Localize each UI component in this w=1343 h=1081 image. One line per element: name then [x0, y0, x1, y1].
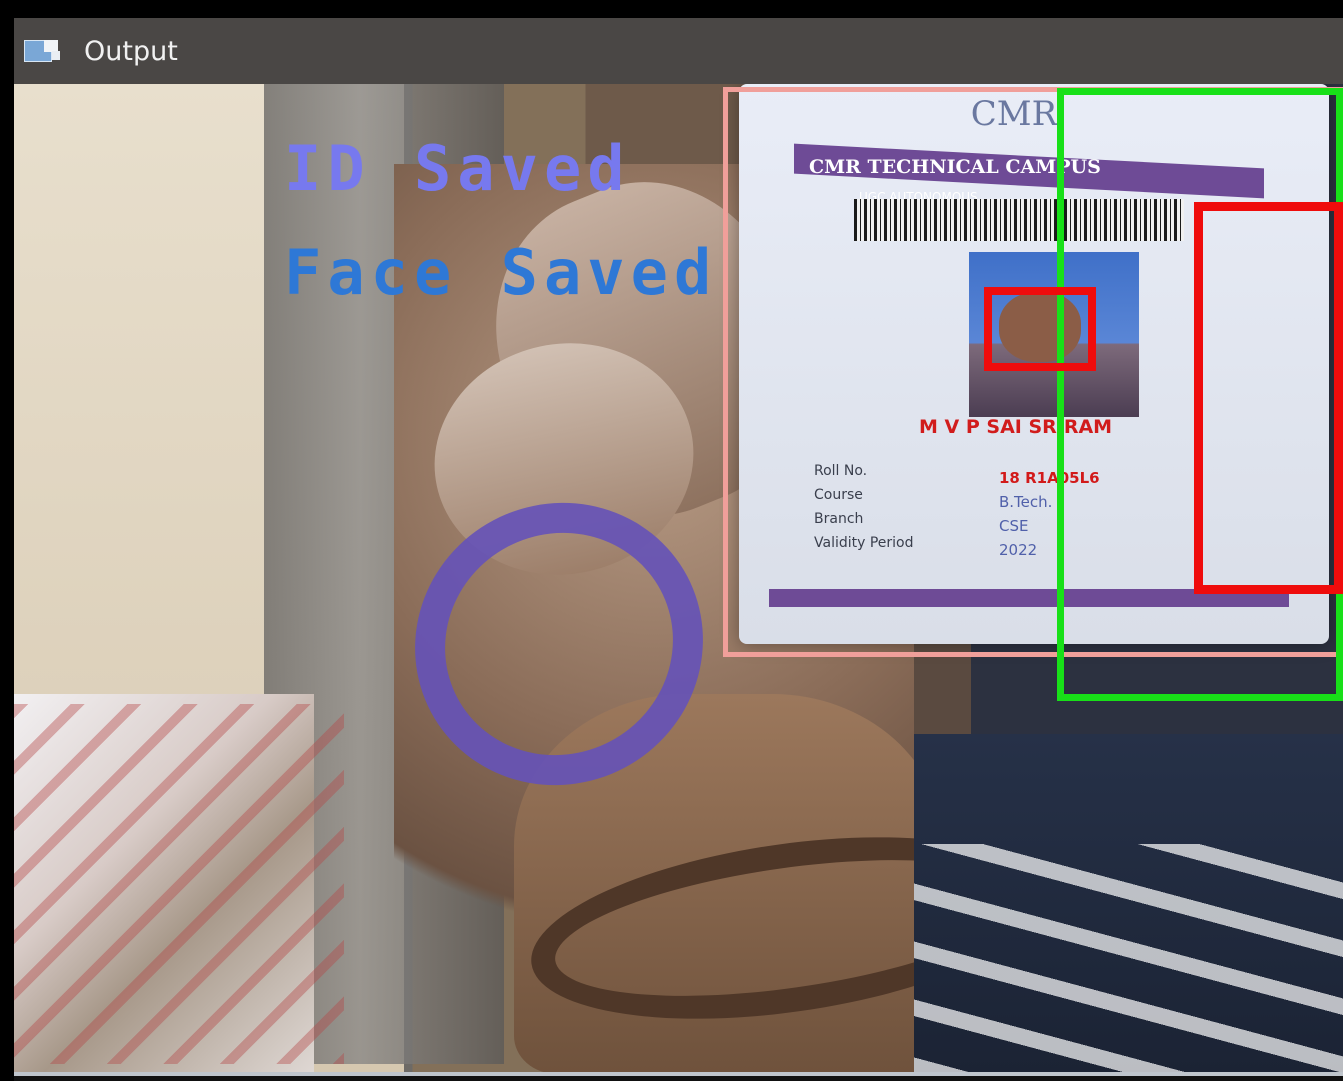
secondary-detection-box	[1194, 202, 1343, 594]
face-saved-label: Face Saved	[284, 236, 718, 309]
window-title: Output	[84, 35, 178, 67]
camera-frame: CMR CMR TECHNICAL CAMPUS UGC AUTONOMOUS …	[14, 84, 1343, 1074]
pillow-pattern	[14, 704, 344, 1064]
shirt-stripes	[914, 844, 1343, 1074]
id-saved-label: ID Saved	[284, 132, 631, 205]
window-bottom-border	[14, 1076, 1343, 1081]
output-window: Output CMR CMR TECHNICAL CAMPUS UGC AUTO…	[0, 0, 1343, 1081]
title-bar[interactable]: Output	[14, 18, 1343, 84]
window-icon	[24, 40, 64, 62]
camera-scene: CMR CMR TECHNICAL CAMPUS UGC AUTONOMOUS …	[14, 84, 1343, 1074]
face-detection-box	[984, 287, 1096, 371]
